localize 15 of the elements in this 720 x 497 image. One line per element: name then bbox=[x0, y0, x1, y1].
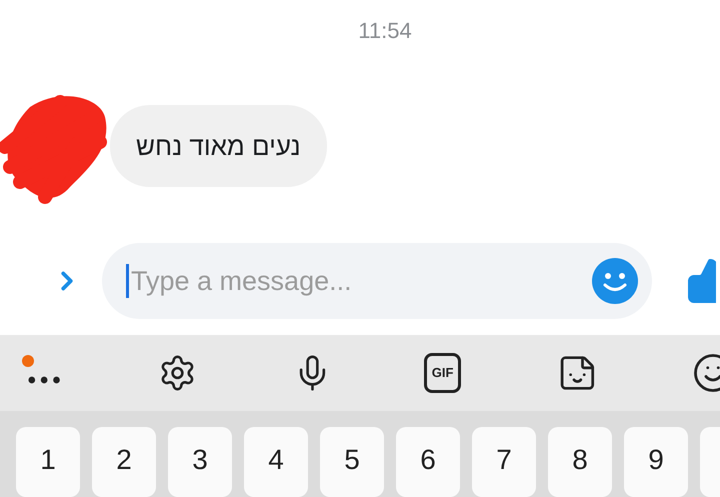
keyboard-key[interactable]: 8 bbox=[548, 427, 612, 497]
message-input[interactable]: Type a message... bbox=[129, 260, 592, 302]
message-time: 11:54 bbox=[357, 17, 412, 45]
message-field[interactable]: Type a message... bbox=[102, 243, 652, 319]
gif-button[interactable]: GIF bbox=[424, 353, 462, 393]
message-bubble: נעים מאוד נחש bbox=[110, 105, 327, 187]
keyboard-key[interactable]: 1 bbox=[16, 427, 80, 497]
keyboard-key[interactable]: 7 bbox=[472, 427, 536, 497]
keyboard-key[interactable]: 3 bbox=[168, 427, 232, 497]
keyboard-key[interactable]: 4 bbox=[244, 427, 308, 497]
keyboard-key[interactable]: 5 bbox=[320, 427, 384, 497]
emoji-icon[interactable] bbox=[592, 258, 638, 304]
keyboard-key[interactable]: 2 bbox=[92, 427, 156, 497]
keyboard-key[interactable]: 6 bbox=[396, 427, 460, 497]
keyboard-key[interactable]: 9 bbox=[624, 427, 688, 497]
